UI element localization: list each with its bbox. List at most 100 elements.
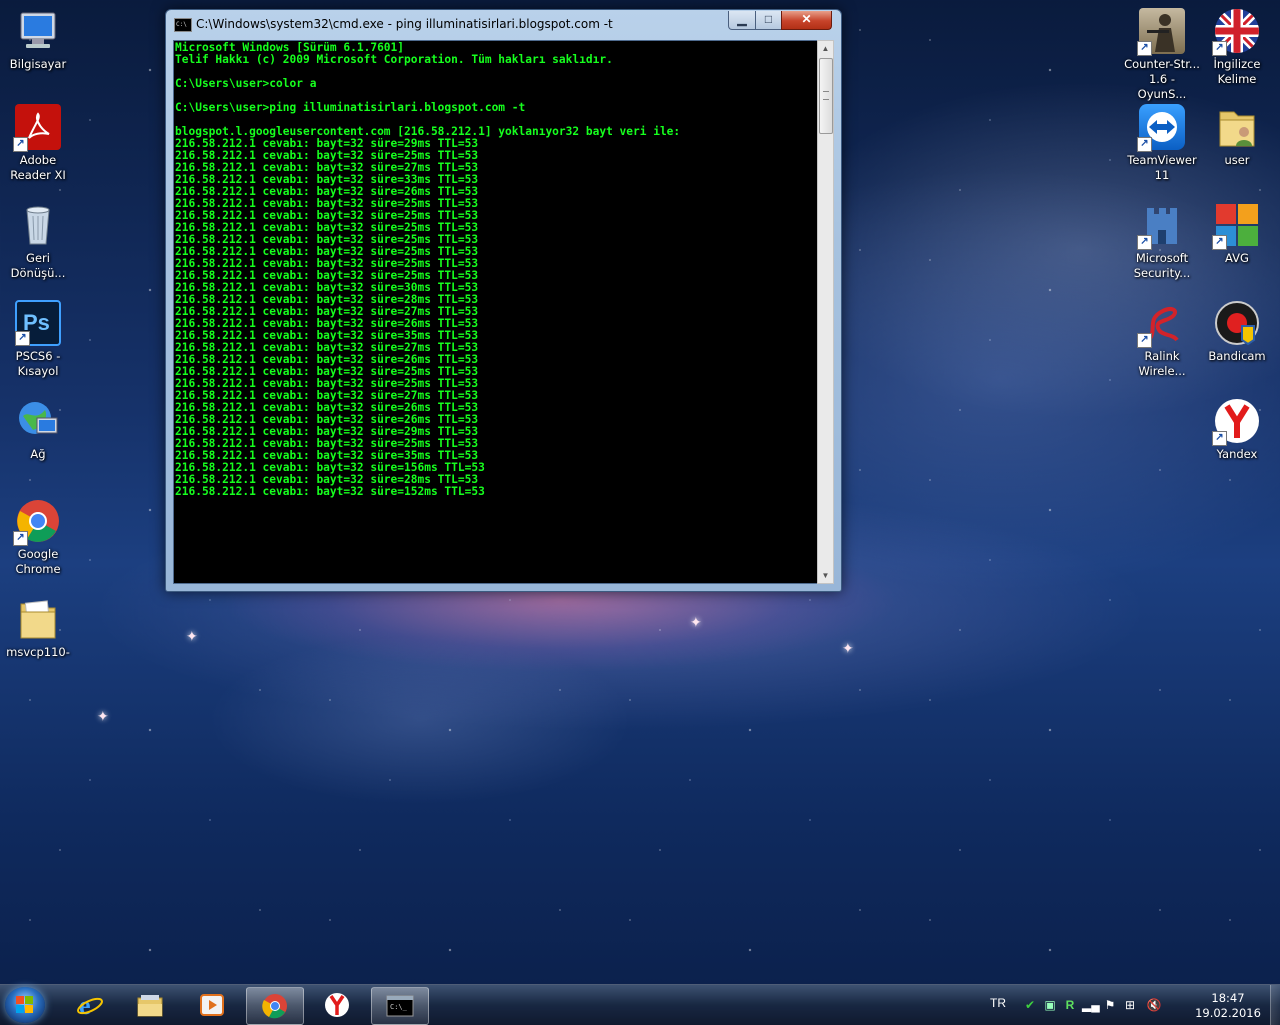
taskbar-clock[interactable]: 18:47 19.02.2016 (1190, 991, 1266, 1021)
windows-logo-icon (16, 996, 34, 1014)
desktop-icon-label: TeamViewer 11 (1127, 153, 1197, 182)
show-desktop-button[interactable] (1270, 985, 1280, 1025)
bandicam-icon (1214, 300, 1260, 346)
star-sparkle: ✦ (842, 640, 854, 656)
window-title: C:\Windows\system32\cmd.exe - ping illum… (196, 17, 613, 31)
window-titlebar[interactable]: C:\ C:\Windows\system32\cmd.exe - ping i… (166, 10, 841, 40)
star-sparkle: ✦ (97, 708, 109, 724)
scroll-thumb[interactable] (819, 58, 833, 134)
explorer-icon (137, 995, 163, 1017)
minimize-icon: ▁ (737, 12, 747, 26)
shortcut-arrow-icon: ↗ (1137, 235, 1152, 250)
taskbar-internet-explorer[interactable]: e (62, 987, 118, 1023)
adobe-reader-icon: ↗ (13, 104, 61, 152)
shortcut-arrow-icon: ↗ (1212, 431, 1227, 446)
console-text: Microsoft Windows [Sürüm 6.1.7601] Telif… (174, 41, 817, 498)
desktop-icon-bilgisayar[interactable]: Bilgisayar (0, 8, 76, 72)
shortcut-arrow-icon: ↗ (1212, 41, 1227, 56)
vertical-scrollbar[interactable]: ▲ ▼ (817, 40, 834, 584)
start-button[interactable] (5, 987, 45, 1023)
desktop-icon-label: Counter-Str... 1.6 - OyunS... (1124, 57, 1200, 101)
taskbar-yandex[interactable] (309, 987, 365, 1023)
console-line: C:\Users\user>ping illuminatisirlari.blo… (175, 101, 526, 114)
desktop-icon-chrome[interactable]: ↗ Google Chrome (0, 498, 76, 577)
shortcut-arrow-icon: ↗ (13, 137, 28, 152)
maximize-icon: □ (764, 12, 773, 26)
shortcut-arrow-icon: ↗ (1137, 137, 1152, 152)
photoshop-icon: Ps ↗ (15, 300, 61, 346)
star-sparkle: ✦ (186, 628, 198, 644)
star-sparkle: ✦ (690, 614, 702, 630)
console-line: 216.58.212.1 cevabı: bayt=32 süre=152ms … (175, 485, 485, 498)
media-player-icon (200, 994, 224, 1016)
desktop-icon-label: PSCS6 - Kısayol (15, 349, 61, 378)
clock-time: 18:47 (1211, 991, 1245, 1005)
desktop-icon-label: Bilgisayar (9, 57, 67, 71)
chrome-icon: ↗ (13, 498, 61, 546)
desktop-icon-adobe-reader[interactable]: ↗ Adobe Reader XI (0, 104, 76, 183)
desktop-icon-label: msvcp110- (6, 645, 70, 659)
desktop-icon-label: Microsoft Security... (1133, 251, 1191, 280)
computer-icon (15, 8, 61, 54)
scroll-down-arrow-icon[interactable]: ▼ (818, 568, 833, 583)
network-tray-icon[interactable]: ⊞ (1122, 997, 1138, 1013)
shortcut-arrow-icon: ↗ (15, 331, 30, 346)
shortcut-arrow-icon: ↗ (1212, 235, 1227, 250)
avg-icon: ↗ (1212, 202, 1260, 250)
action-center-flag-icon[interactable]: ⚑ (1102, 997, 1118, 1013)
cmd-icon: C:\_ (386, 995, 414, 1017)
close-icon: ✕ (801, 12, 812, 26)
usb-device-icon[interactable]: ▣ (1042, 997, 1058, 1013)
network-icon (15, 398, 61, 444)
taskbar-media-player[interactable] (184, 987, 240, 1023)
taskbar-chrome[interactable] (246, 987, 304, 1025)
shortcut-arrow-icon: ↗ (13, 531, 28, 546)
desktop-icon-label: user (1224, 153, 1250, 167)
desktop-icon-yandex[interactable]: ↗ Yandex (1199, 398, 1275, 462)
desktop-icon-user[interactable]: user (1199, 104, 1275, 168)
desktop-icon-teamviewer[interactable]: ↗ TeamViewer 11 (1124, 104, 1200, 183)
folder-icon (15, 596, 61, 642)
clock-date: 19.02.2016 (1195, 1006, 1261, 1020)
desktop-icon-ralink[interactable]: ↗ Ralink Wirele... (1124, 300, 1200, 379)
desktop-icon-photoshop[interactable]: Ps ↗ PSCS6 - Kısayol (0, 300, 76, 379)
desktop-icon-msvcp110[interactable]: msvcp110- (0, 596, 76, 660)
uk-flag-icon: ↗ (1212, 8, 1260, 56)
taskbar: e C:\_ TR ✔ ▣ R ▂▄ ⚑ ⊞ 🔇 18:47 19.02.201… (0, 984, 1280, 1025)
console-output[interactable]: Microsoft Windows [Sürüm 6.1.7601] Telif… (173, 40, 818, 584)
system-tray: TR ✔ ▣ R ▂▄ ⚑ ⊞ 🔇 (990, 985, 1190, 1025)
desktop-icon-counter-strike[interactable]: ↗ Counter-Str... 1.6 - OyunS... (1124, 8, 1200, 102)
desktop-icon-label: Ağ (30, 447, 46, 461)
sync-check-icon[interactable]: ✔ (1022, 997, 1038, 1013)
cmd-window[interactable]: C:\ C:\Windows\system32\cmd.exe - ping i… (165, 9, 842, 592)
yandex-icon: ↗ (1212, 398, 1260, 446)
minimize-button[interactable]: ▁ (728, 11, 756, 30)
desktop-icon-recycle-bin[interactable]: Geri Dönüşü... (0, 202, 76, 281)
ralink-icon: ↗ (1137, 300, 1185, 348)
scroll-up-arrow-icon[interactable]: ▲ (818, 41, 833, 56)
desktop-icon-avg[interactable]: ↗ AVG (1199, 202, 1275, 266)
desktop-icon-label: Google Chrome (15, 547, 61, 576)
cmd-app-icon[interactable]: C:\ (174, 18, 192, 32)
taskbar-cmd[interactable]: C:\_ (371, 987, 429, 1025)
internet-explorer-icon: e (77, 992, 103, 1018)
language-indicator[interactable]: TR (990, 996, 1006, 1010)
desktop-icon-label: AVG (1225, 251, 1249, 265)
yandex-icon (325, 993, 349, 1017)
desktop-icon-network[interactable]: Ağ (0, 398, 76, 462)
close-button[interactable]: ✕ (781, 11, 832, 30)
desktop-icon-ingilizce-kelime[interactable]: ↗ İngilizce Kelime (1199, 8, 1275, 87)
desktop-icon-label: İngilizce Kelime (1213, 57, 1261, 86)
maximize-button[interactable]: □ (755, 11, 782, 30)
user-folder-icon (1214, 104, 1260, 150)
signal-strength-icon[interactable]: ▂▄ (1082, 997, 1100, 1013)
taskbar-windows-explorer[interactable] (122, 987, 178, 1023)
recycle-bin-icon (15, 202, 61, 248)
desktop-icon-bandicam[interactable]: Bandicam (1199, 300, 1275, 364)
ralink-tray-icon[interactable]: R (1062, 997, 1078, 1013)
desktop-icon-label: Adobe Reader XI (10, 153, 66, 182)
svg-text:C:\_: C:\_ (390, 1003, 408, 1011)
desktop-icon-microsoft-security[interactable]: ↗ Microsoft Security... (1124, 202, 1200, 281)
desktop-icon-label: Ralink Wirele... (1138, 349, 1186, 378)
volume-muted-icon[interactable]: 🔇 (1146, 997, 1162, 1013)
